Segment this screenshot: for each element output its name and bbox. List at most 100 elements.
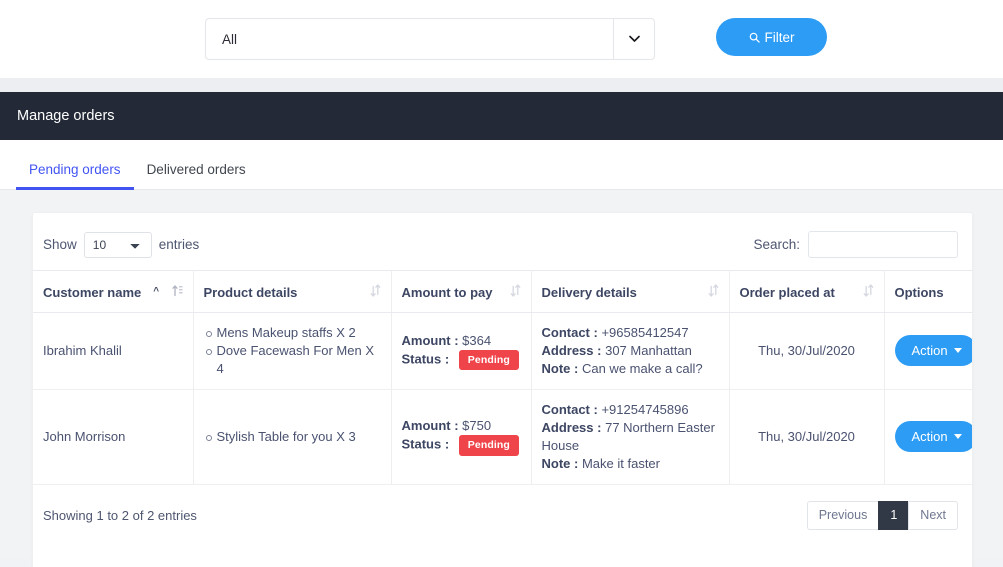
note-line: Note : Can we make a call?	[542, 360, 719, 378]
address-line: Address : 77 Northern Easter House	[542, 419, 719, 455]
table-info-text: Showing 1 to 2 of 2 entries	[43, 507, 197, 523]
datatable-controls: Show 10 entries Search:	[33, 213, 972, 270]
amount-value: $750	[462, 418, 492, 434]
status-filter-select[interactable]: All	[205, 18, 655, 60]
page-length-control: Show 10 entries	[43, 231, 200, 258]
section-divider	[0, 78, 1003, 92]
note-value: Make it faster	[581, 455, 660, 471]
sort-both-icon	[708, 284, 719, 300]
tab-pending-orders[interactable]: Pending orders	[16, 161, 134, 190]
amount-line: Amount : $364	[402, 332, 521, 350]
cell-amount-to-pay: Amount : $364 Status : Pending	[391, 312, 532, 390]
product-list-item: Stylish Table for you X 3	[205, 428, 381, 446]
column-header-product-details-label: Product details	[203, 284, 298, 300]
caret-down-icon	[953, 434, 962, 440]
tab-pending-orders-label: Pending orders	[29, 161, 121, 177]
cell-amount-to-pay: Amount : $750 Status : Pending	[391, 389, 532, 485]
column-header-amount-to-pay-label: Amount to pay	[401, 284, 493, 300]
amount-label: Amount :	[401, 418, 459, 434]
chevron-down-icon[interactable]	[613, 19, 654, 59]
datatable-footer: Showing 1 to 2 of 2 entries Previous 1 N…	[33, 485, 972, 530]
order-tabs: Pending orders Delivered orders	[0, 140, 1003, 190]
cell-delivery-details: Contact : +96585412547 Address : 307 Man…	[531, 312, 730, 390]
cell-options: Action	[884, 312, 972, 390]
contact-label: Contact :	[541, 325, 598, 340]
cell-delivery-details: Contact : +91254745896 Address : 77 Nort…	[531, 389, 730, 485]
contact-line: Contact : +91254745896	[542, 401, 719, 419]
filter-button[interactable]: Filter	[716, 18, 827, 56]
product-list-item: Dove Facewash For Men X 4	[205, 342, 381, 378]
column-header-customer-name[interactable]: Customer name ^	[33, 270, 194, 313]
column-header-customer-name-label: Customer name	[43, 284, 142, 300]
status-label: Status :	[401, 351, 450, 367]
cell-product-details: Stylish Table for you X 3	[193, 389, 392, 485]
sort-both-icon	[863, 284, 874, 300]
filter-bar: All Filter	[0, 0, 1003, 78]
amount-line: Amount : $750	[402, 417, 521, 435]
caret-up-icon: ^	[153, 286, 160, 297]
status-line: Status : Pending	[401, 349, 521, 371]
status-badge: Pending	[458, 349, 519, 371]
pagination: Previous 1 Next	[806, 500, 958, 530]
column-header-product-details[interactable]: Product details	[193, 270, 392, 313]
page-title: Manage orders	[17, 108, 115, 124]
contact-label: Contact :	[541, 401, 598, 417]
search-label: Search:	[753, 237, 800, 252]
action-button-label: Action	[911, 429, 948, 445]
status-label: Status :	[401, 437, 450, 453]
page-length-select[interactable]: 10	[83, 231, 152, 258]
action-dropdown-button[interactable]: Action	[894, 335, 972, 367]
search-input[interactable]	[808, 231, 958, 258]
address-label: Address :	[541, 342, 602, 358]
column-header-order-placed-at-label: Order placed at	[739, 284, 835, 300]
caret-down-icon	[953, 348, 962, 354]
note-value: Can we make a call?	[581, 360, 703, 376]
orders-table: Customer name ^ Product details Amount t…	[33, 270, 972, 485]
address-line: Address : 307 Manhattan	[542, 342, 719, 360]
note-label: Note :	[541, 455, 579, 471]
note-label: Note :	[541, 360, 579, 376]
product-list: Stylish Table for you X 3	[204, 428, 381, 446]
product-list-item: Mens Makeup staffs X 2	[205, 324, 381, 342]
column-header-options-label: Options	[894, 284, 944, 300]
contact-value: +96585412547	[601, 325, 689, 340]
entries-label: entries	[158, 237, 200, 252]
column-header-options[interactable]: Options	[884, 270, 972, 313]
page-title-bar: Manage orders	[0, 92, 1003, 140]
contact-line: Contact : +96585412547	[542, 324, 719, 342]
amount-value: $364	[462, 332, 492, 348]
sort-both-icon	[510, 284, 521, 300]
column-header-amount-to-pay[interactable]: Amount to pay	[391, 270, 532, 313]
amount-label: Amount :	[401, 332, 459, 348]
address-label: Address :	[541, 419, 602, 435]
action-dropdown-button[interactable]: Action	[894, 421, 972, 453]
status-filter-value: All	[222, 31, 238, 47]
cell-order-placed-at: Thu, 30/Jul/2020	[729, 389, 885, 485]
pagination-page-1[interactable]: 1	[878, 500, 910, 530]
sort-both-icon	[370, 284, 381, 300]
cell-customer-name: John Morrison	[33, 389, 194, 485]
contact-value: +91254745896	[601, 401, 689, 417]
column-header-delivery-details[interactable]: Delivery details	[531, 270, 730, 313]
column-header-delivery-details-label: Delivery details	[541, 284, 637, 300]
note-line: Note : Make it faster	[542, 455, 719, 473]
pagination-previous[interactable]: Previous	[806, 500, 880, 530]
status-badge: Pending	[458, 435, 519, 456]
product-list: Mens Makeup staffs X 2 Dove Facewash For…	[204, 324, 381, 378]
orders-table-body: Ibrahim Khalil Mens Makeup staffs X 2 Do…	[33, 312, 972, 485]
column-header-order-placed-at[interactable]: Order placed at	[729, 270, 885, 313]
show-label: Show	[43, 237, 77, 252]
cell-customer-name: Ibrahim Khalil	[33, 312, 194, 390]
orders-card: Show 10 entries Search: Customer name ^ …	[32, 212, 973, 567]
cell-product-details: Mens Makeup staffs X 2 Dove Facewash For…	[193, 312, 392, 390]
pagination-next[interactable]: Next	[908, 500, 958, 530]
tab-delivered-orders-label: Delivered orders	[146, 161, 246, 177]
orders-table-head: Customer name ^ Product details Amount t…	[33, 270, 972, 313]
filter-button-label: Filter	[764, 29, 795, 45]
search-control: Search:	[753, 231, 964, 258]
tab-delivered-orders[interactable]: Delivered orders	[134, 161, 259, 191]
table-row: John Morrison Stylish Table for you X 3 …	[33, 389, 972, 485]
sort-asc-icon	[171, 284, 183, 300]
table-header-row: Customer name ^ Product details Amount t…	[33, 270, 972, 313]
page-body: Show 10 entries Search: Customer name ^ …	[0, 190, 1003, 567]
